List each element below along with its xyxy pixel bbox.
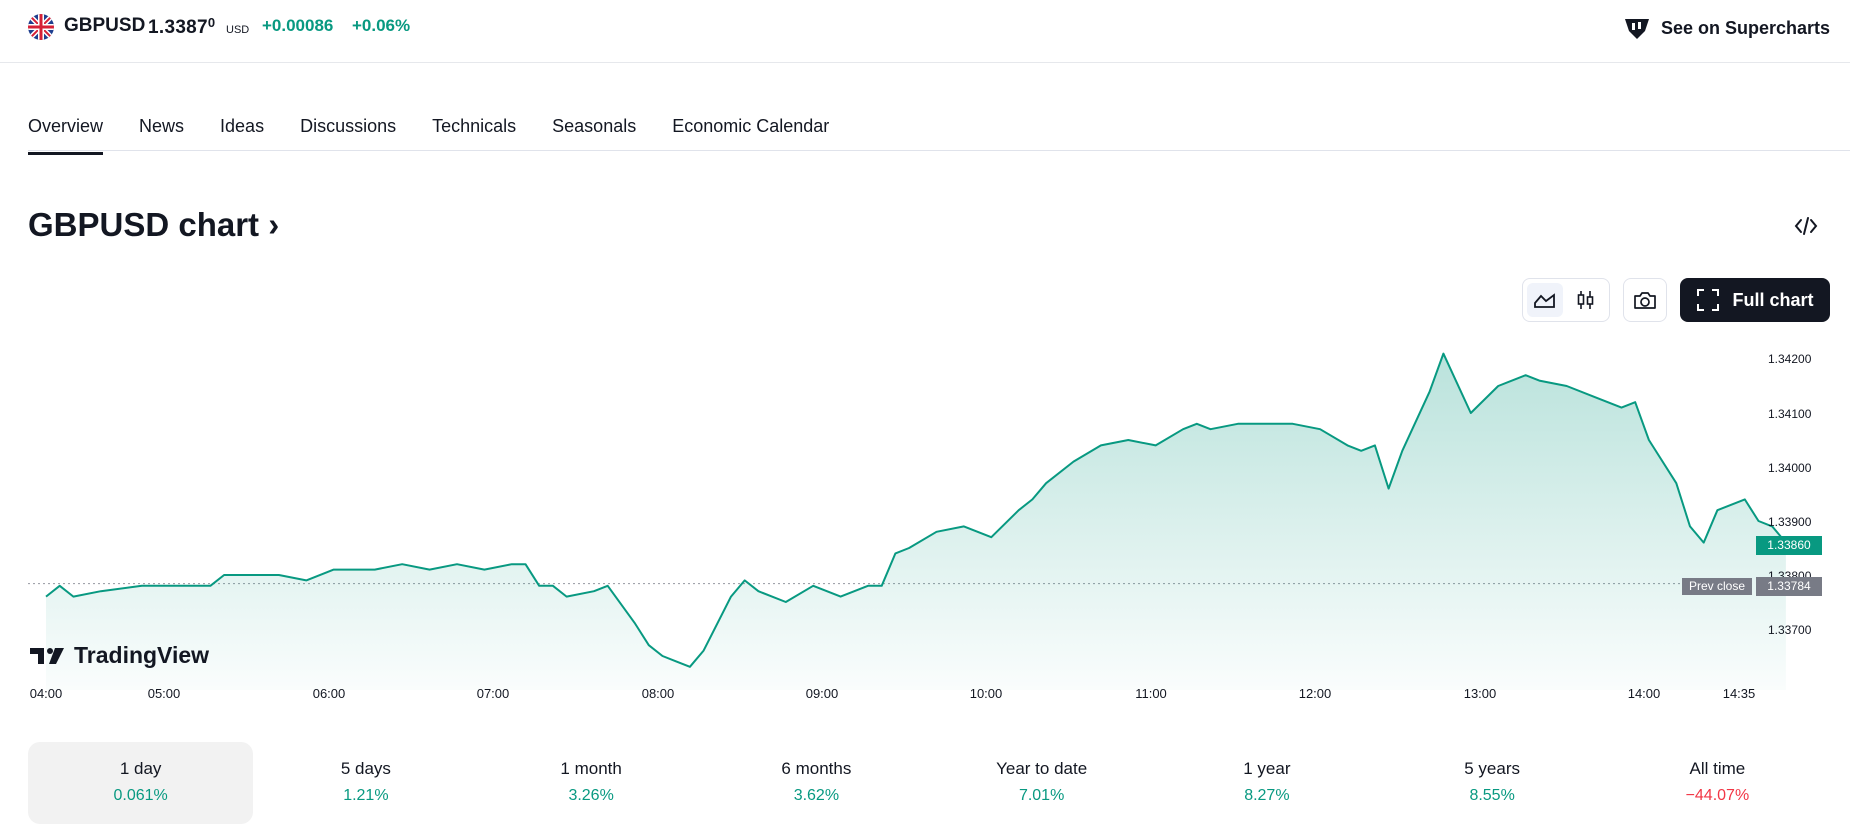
chart-section-title[interactable]: GBPUSD chart › <box>28 206 279 244</box>
last-price-badge: 1.33860 <box>1756 536 1822 555</box>
period-value: 1.21% <box>343 787 389 804</box>
supercharts-label: See on Supercharts <box>1660 17 1830 38</box>
x-tick: 11:00 <box>1135 686 1167 701</box>
period-label: 1 year <box>1243 759 1291 778</box>
price-change-percent: +0.06% <box>352 16 411 35</box>
full-chart-button[interactable]: Full chart <box>1680 278 1830 322</box>
tab-seasonals[interactable]: Seasonals <box>552 104 636 152</box>
x-tick: 10:00 <box>969 686 1003 701</box>
currency-label: USD <box>226 24 250 36</box>
full-chart-label: Full chart <box>1732 289 1814 310</box>
symbol-header: GBPUSD 1.33870 USD +0.00086 +0.06% See o… <box>0 0 1850 63</box>
tabs-divider <box>28 150 1850 151</box>
period-value: −44.07% <box>1685 787 1750 804</box>
tab-discussions[interactable]: Discussions <box>300 104 396 152</box>
prev-close-badge: 1.33784 <box>1756 577 1822 596</box>
period-label: 5 days <box>340 759 391 778</box>
performance-periods: 1 day 0.061% 5 days 1.21% 1 month 3.26% 6 m… <box>28 742 1830 824</box>
period-value: 8.55% <box>1469 787 1515 804</box>
tab-overview[interactable]: Overview <box>28 104 104 155</box>
period-value: 8.27% <box>1244 787 1290 804</box>
x-tick: 05:00 <box>147 686 181 701</box>
chart-title-text: GBPUSD chart <box>28 206 260 243</box>
period-1-year[interactable]: 1 year 8.27% <box>1154 742 1379 824</box>
period-year-to-date[interactable]: Year to date 7.01% <box>929 742 1154 824</box>
y-tick: 1.34200 <box>1768 352 1812 366</box>
chart-style-toggle <box>1522 278 1610 322</box>
current-price: 1.33870 <box>148 15 216 38</box>
x-tick: 08:00 <box>641 686 675 701</box>
y-tick: 1.34100 <box>1768 407 1812 421</box>
price-change: +0.00086 <box>262 16 334 35</box>
tradingview-wordmark: TradingView <box>74 642 210 668</box>
period-label: 5 years <box>1464 759 1520 778</box>
x-tick: 06:00 <box>312 686 346 701</box>
period-5-years[interactable]: 5 years 8.55% <box>1380 742 1605 824</box>
x-tick: 04:00 <box>29 686 63 701</box>
x-tick: 14:35 <box>1722 686 1756 701</box>
chevron-right-icon: › <box>259 206 280 243</box>
tab-news[interactable]: News <box>139 104 184 152</box>
section-tabs: Overview News Ideas Discussions Technica… <box>28 104 865 155</box>
period-label: Year to date <box>996 759 1088 778</box>
x-tick: 09:00 <box>805 686 839 701</box>
period-all-time[interactable]: All time −44.07% <box>1605 742 1830 824</box>
period-value: 3.26% <box>568 787 614 804</box>
tab-ideas[interactable]: Ideas <box>220 104 264 152</box>
candles-icon[interactable] <box>1568 283 1604 317</box>
symbol-name: GBPUSD <box>64 15 146 36</box>
camera-icon[interactable] <box>1623 278 1667 322</box>
y-tick: 1.33900 <box>1768 515 1812 529</box>
period-value: 0.061% <box>113 787 168 804</box>
y-tick: 1.34000 <box>1768 461 1812 475</box>
fullscreen-icon <box>1697 289 1720 311</box>
period-6-months[interactable]: 6 months 3.62% <box>704 742 929 824</box>
prev-close-label: Prev close <box>1682 578 1752 595</box>
uk-flag-icon <box>28 14 54 40</box>
tab-technicals[interactable]: Technicals <box>432 104 516 152</box>
period-label: 1 day <box>119 759 162 778</box>
period-label: 6 months <box>781 759 852 778</box>
tradingview-icon <box>30 647 64 664</box>
period-label: 1 month <box>560 759 622 778</box>
period-5-days[interactable]: 5 days 1.21% <box>253 742 478 824</box>
supercharts-icon <box>1624 19 1649 39</box>
see-on-supercharts-button[interactable]: See on Supercharts <box>1623 13 1830 43</box>
tradingview-logo: TradingView <box>30 642 209 669</box>
price-area <box>46 353 1786 690</box>
period-value: 3.62% <box>793 787 840 804</box>
x-tick: 12:00 <box>1298 686 1332 701</box>
period-value: 7.01% <box>1018 787 1065 804</box>
period-1-day[interactable]: 1 day 0.061% <box>28 742 254 824</box>
line-chart-icon[interactable] <box>1527 283 1563 317</box>
x-tick: 14:00 <box>1627 686 1661 701</box>
x-tick: 13:00 <box>1463 686 1497 701</box>
period-label: All time <box>1689 759 1746 778</box>
period-1-month[interactable]: 1 month 3.26% <box>479 742 704 824</box>
y-tick: 1.33700 <box>1768 623 1812 637</box>
price-chart[interactable] <box>0 330 1850 690</box>
x-tick: 07:00 <box>476 686 510 701</box>
tab-economic-calendar[interactable]: Economic Calendar <box>672 104 829 152</box>
embed-code-icon[interactable] <box>1793 213 1819 239</box>
